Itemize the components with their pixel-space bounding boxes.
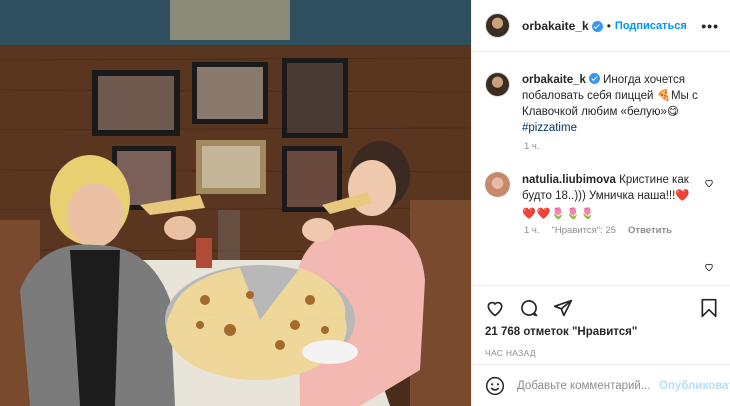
save-button[interactable] (700, 298, 718, 321)
share-button[interactable] (553, 298, 573, 321)
separator-dot: • (606, 18, 611, 33)
comments-section: orbakaite_k Иногда хочется побаловать се… (472, 52, 730, 285)
publish-button[interactable]: Опубликовать (659, 380, 730, 392)
comment-input[interactable] (517, 379, 657, 392)
caption-text: orbakaite_k Иногда хочется побаловать се… (522, 72, 702, 136)
follow-button[interactable]: Подписаться (615, 20, 687, 32)
post-details-panel: orbakaite_k • Подписаться ••• orbakaite_… (471, 0, 730, 406)
like-button[interactable] (485, 298, 505, 321)
pizza-photo-illustration (0, 0, 471, 406)
verified-badge-icon (588, 73, 600, 84)
more-horizontal-icon[interactable]: ••• (701, 18, 719, 34)
heart-icon[interactable] (704, 178, 714, 188)
add-comment-bar: Опубликовать (472, 364, 730, 406)
caption-username[interactable]: orbakaite_k (522, 74, 586, 86)
avatar[interactable] (485, 172, 510, 197)
comment-button[interactable] (519, 298, 539, 321)
hashtag-link[interactable]: #pizzatime (522, 122, 577, 134)
comment-emoji-line: ❤️❤️🌷🌷🌷 (522, 208, 596, 220)
username-link[interactable]: orbakaite_k (522, 19, 589, 33)
comment-likes[interactable]: "Нравится": 25 (552, 225, 617, 236)
comment-bubble-icon (521, 300, 538, 317)
heart-icon (487, 301, 503, 317)
comment-timestamp[interactable]: 1 ч. (524, 225, 540, 236)
comment-item: natulia.liubimova Кристине как будто 18.… (485, 172, 692, 222)
avatar[interactable] (485, 13, 510, 38)
caption: orbakaite_k Иногда хочется побаловать се… (485, 72, 702, 136)
likes-count[interactable]: 21 768 отметок "Нравится" (485, 326, 637, 338)
heart-icon[interactable] (704, 262, 714, 272)
post-timestamp[interactable]: ЧАС НАЗАД (485, 348, 536, 358)
bookmark-icon (701, 298, 717, 318)
post-photo[interactable] (0, 0, 471, 406)
reply-button[interactable]: Ответить (628, 225, 672, 236)
emoji-smile-icon[interactable] (485, 376, 505, 396)
avatar[interactable] (485, 72, 510, 97)
paper-plane-icon (553, 299, 573, 317)
post-header: orbakaite_k • Подписаться ••• (472, 0, 730, 52)
action-icons (485, 298, 573, 321)
comment-text: natulia.liubimova Кристине как будто 18.… (522, 172, 692, 222)
comment-meta: 1 ч. "Нравится": 25 Ответить (524, 225, 672, 236)
comment-username[interactable]: natulia.liubimova (522, 174, 616, 186)
verified-badge-icon (591, 21, 603, 32)
caption-timestamp[interactable]: 1 ч. (524, 141, 540, 152)
